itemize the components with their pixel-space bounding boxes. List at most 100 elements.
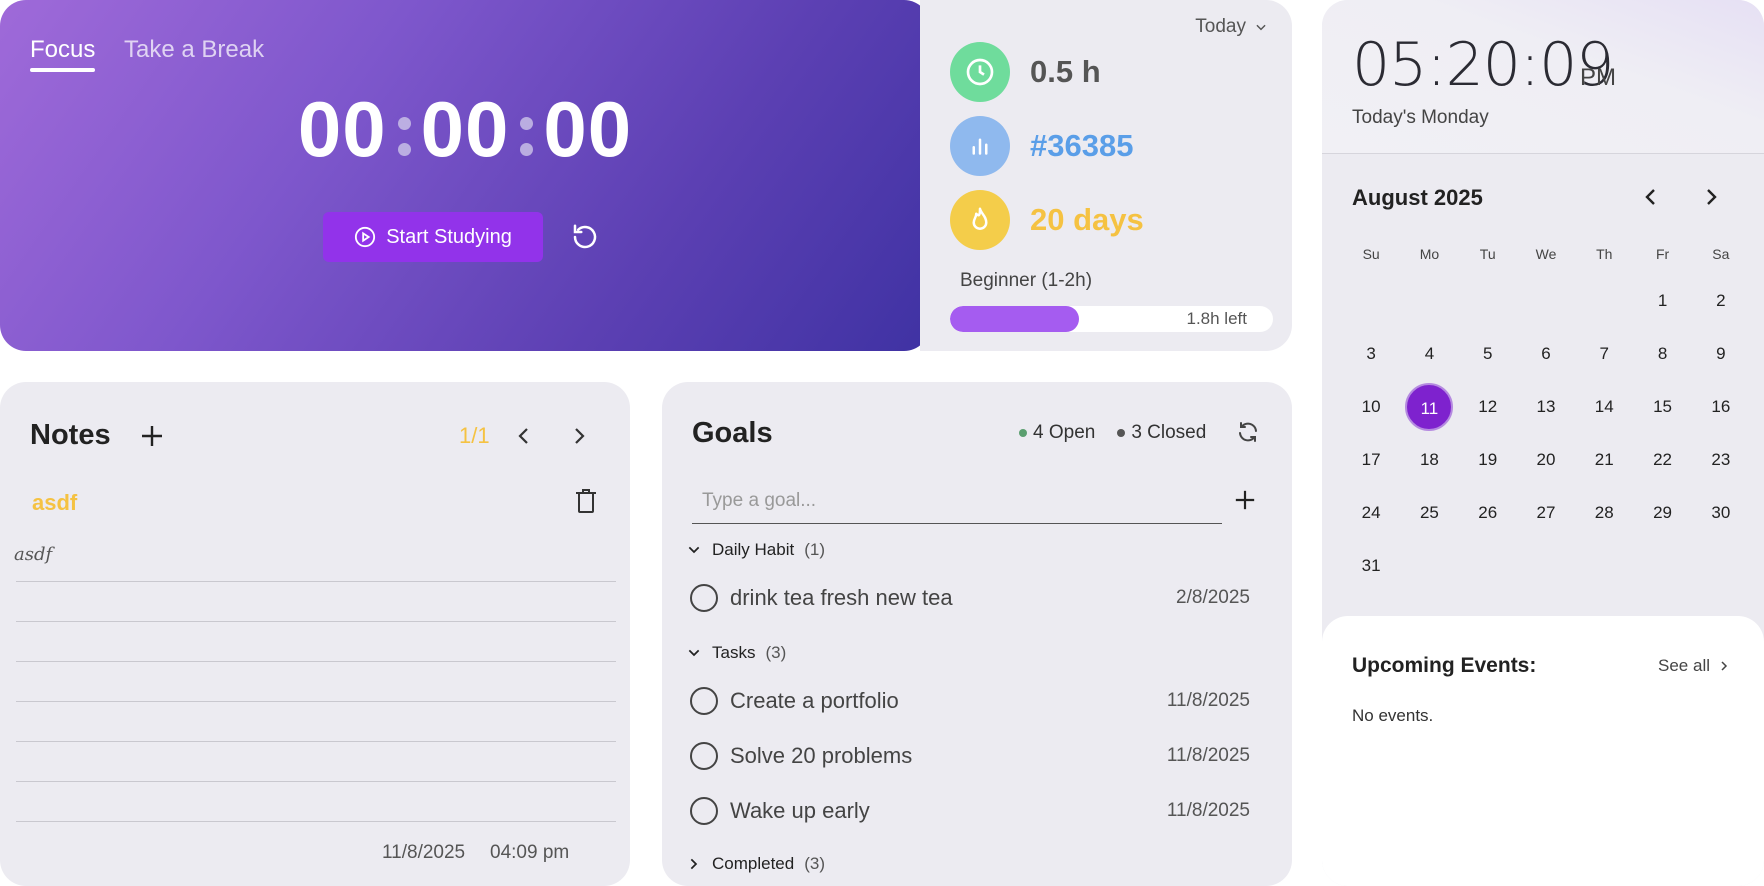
study-hours-value: 0.5 h: [1030, 54, 1101, 89]
calendar-week-row: 3 4 5 6 7 8 9: [1342, 327, 1750, 380]
calendar-day[interactable]: 9: [1692, 344, 1750, 364]
calendar-day-label: 1: [1657, 290, 1668, 310]
calendar-day[interactable]: 16: [1692, 397, 1750, 417]
calendar-day[interactable]: 20: [1517, 450, 1575, 470]
calendar-day-label: 25: [1419, 502, 1439, 522]
calendar-day[interactable]: 10: [1342, 397, 1400, 417]
group-completed[interactable]: Completed (3): [686, 854, 825, 874]
next-month-chevron-right-icon[interactable]: [1699, 185, 1723, 209]
calendar-day[interactable]: 25: [1400, 503, 1458, 523]
prev-month-chevron-left-icon[interactable]: [1639, 185, 1663, 209]
see-all-link[interactable]: See all: [1658, 656, 1730, 676]
chevron-right-icon: [1721, 661, 1728, 671]
current-time-header: 05:20:09 PM Today's Monday: [1322, 0, 1764, 154]
start-studying-label: Start Studying: [386, 225, 512, 248]
weekday-label: Mo: [1419, 246, 1440, 262]
goal-checkbox[interactable]: [690, 797, 718, 825]
calendar-day-label: 26: [1478, 502, 1498, 522]
chevron-right-icon[interactable]: [567, 424, 591, 448]
add-note-button[interactable]: [140, 418, 164, 457]
tab-take-a-break[interactable]: Take a Break: [124, 36, 264, 64]
rank-value: #36385: [1030, 128, 1134, 163]
note-content[interactable]: asdf: [14, 544, 52, 565]
calendar-day[interactable]: 26: [1459, 503, 1517, 523]
streak-value: 20 days: [1030, 202, 1144, 237]
goal-item: Create a portfolio 11/8/2025: [690, 687, 1262, 715]
goal-text: Wake up early: [730, 798, 870, 823]
calendar-panel: 05:20:09 PM Today's Monday August 2025 S…: [1322, 0, 1764, 886]
calendar-day[interactable]: 7: [1575, 344, 1633, 364]
calendar-day[interactable]: 1: [1633, 291, 1691, 311]
period-dropdown[interactable]: Today: [1195, 16, 1268, 38]
closed-count: 3 Closed: [1117, 422, 1206, 444]
calendar-day[interactable]: 3: [1342, 344, 1400, 364]
calendar-day-label: 3: [1366, 343, 1376, 363]
calendar-day[interactable]: 21: [1575, 450, 1633, 470]
current-weekday: Today's Monday: [1352, 107, 1489, 128]
calendar-day[interactable]: 2: [1692, 291, 1750, 311]
refresh-icon[interactable]: [1236, 420, 1260, 444]
calendar-day[interactable]: 6: [1517, 344, 1575, 364]
group-tasks[interactable]: Tasks (3): [686, 643, 786, 663]
calendar-day[interactable]: 14: [1575, 397, 1633, 417]
calendar-day[interactable]: 30: [1692, 503, 1750, 523]
trash-icon[interactable]: [574, 488, 598, 514]
calendar-day[interactable]: 4: [1400, 344, 1458, 364]
note-title[interactable]: asdf: [32, 490, 77, 516]
calendar-grid: Su Mo Tu We Th Fr Sa 1 2 3 4 5 6 7 8 9 10 11 12 13 14…: [1342, 246, 1750, 592]
calendar-day[interactable]: 22: [1633, 450, 1691, 470]
calendar-day[interactable]: 18: [1400, 450, 1458, 470]
calendar-day[interactable]: 31: [1342, 556, 1400, 576]
calendar-day-label: 23: [1711, 449, 1731, 469]
streak-stat: 20 days: [950, 190, 1144, 250]
group-label: Tasks: [712, 643, 756, 662]
goal-input[interactable]: [692, 478, 1222, 524]
calendar-day[interactable]: 29: [1633, 503, 1691, 523]
calendar-month: August 2025: [1352, 185, 1483, 210]
notes-panel: Notes 1/1 asdf asdf 11/8/2025 04:09 pm: [0, 382, 630, 886]
calendar-day-label: 6: [1541, 343, 1551, 363]
calendar-day-label: 5: [1482, 343, 1493, 363]
tab-focus[interactable]: Focus: [30, 36, 96, 72]
start-studying-button[interactable]: Start Studying: [323, 212, 543, 262]
level-progress-bar: 1.8h left: [950, 306, 1273, 332]
open-count: 4 Open: [1019, 422, 1095, 444]
calendar-day[interactable]: 12: [1459, 397, 1517, 417]
calendar-day[interactable]: 23: [1692, 450, 1750, 470]
calendar-day[interactable]: 27: [1517, 503, 1575, 523]
weekday-label: Th: [1596, 246, 1613, 262]
calendar-day-label: 19: [1478, 449, 1498, 469]
goal-checkbox[interactable]: [690, 687, 718, 715]
no-events-text: No events.: [1352, 706, 1434, 725]
goal-checkbox[interactable]: [690, 742, 718, 770]
calendar-day[interactable]: 8: [1633, 344, 1691, 364]
group-daily-habit[interactable]: Daily Habit (1): [686, 540, 825, 560]
calendar-day-label: 20: [1536, 449, 1556, 469]
goal-item: Solve 20 problems 11/8/2025: [690, 742, 1262, 770]
colon-separator: [511, 105, 541, 165]
goal-checkbox[interactable]: [690, 584, 718, 612]
calendar-day[interactable]: 24: [1342, 503, 1400, 523]
calendar-day[interactable]: 13: [1517, 397, 1575, 417]
chevron-down-icon: [1256, 24, 1266, 31]
calendar-day[interactable]: 28: [1575, 503, 1633, 523]
calendar-day[interactable]: 15: [1633, 397, 1691, 417]
timer-minutes: 00: [420, 85, 510, 173]
goals-panel: Goals 4 Open 3 Closed Daily Habit (1) dri…: [662, 382, 1292, 886]
reset-icon[interactable]: [570, 222, 600, 252]
calendar-day[interactable]: 19: [1459, 450, 1517, 470]
calendar-day-label: 17: [1361, 449, 1381, 469]
calendar-day-label: 7: [1599, 343, 1609, 363]
goals-counts: 4 Open 3 Closed: [1019, 422, 1206, 444]
goal-item: drink tea fresh new tea 2/8/2025: [690, 584, 1262, 612]
goal-date: 2/8/2025: [1176, 587, 1250, 608]
calendar-day[interactable]: 17: [1342, 450, 1400, 470]
calendar-day-label: 11: [1405, 382, 1454, 431]
add-goal-button[interactable]: [1234, 482, 1256, 519]
focus-timer-panel: Focus Take a Break 00 00 00 Start Studying: [0, 0, 930, 351]
calendar-day[interactable]: 5: [1459, 344, 1517, 364]
current-ampm: PM: [1580, 64, 1616, 91]
chevron-left-icon[interactable]: [512, 424, 536, 448]
calendar-day-selected[interactable]: 11: [1400, 382, 1458, 431]
note-lines: [16, 542, 616, 822]
